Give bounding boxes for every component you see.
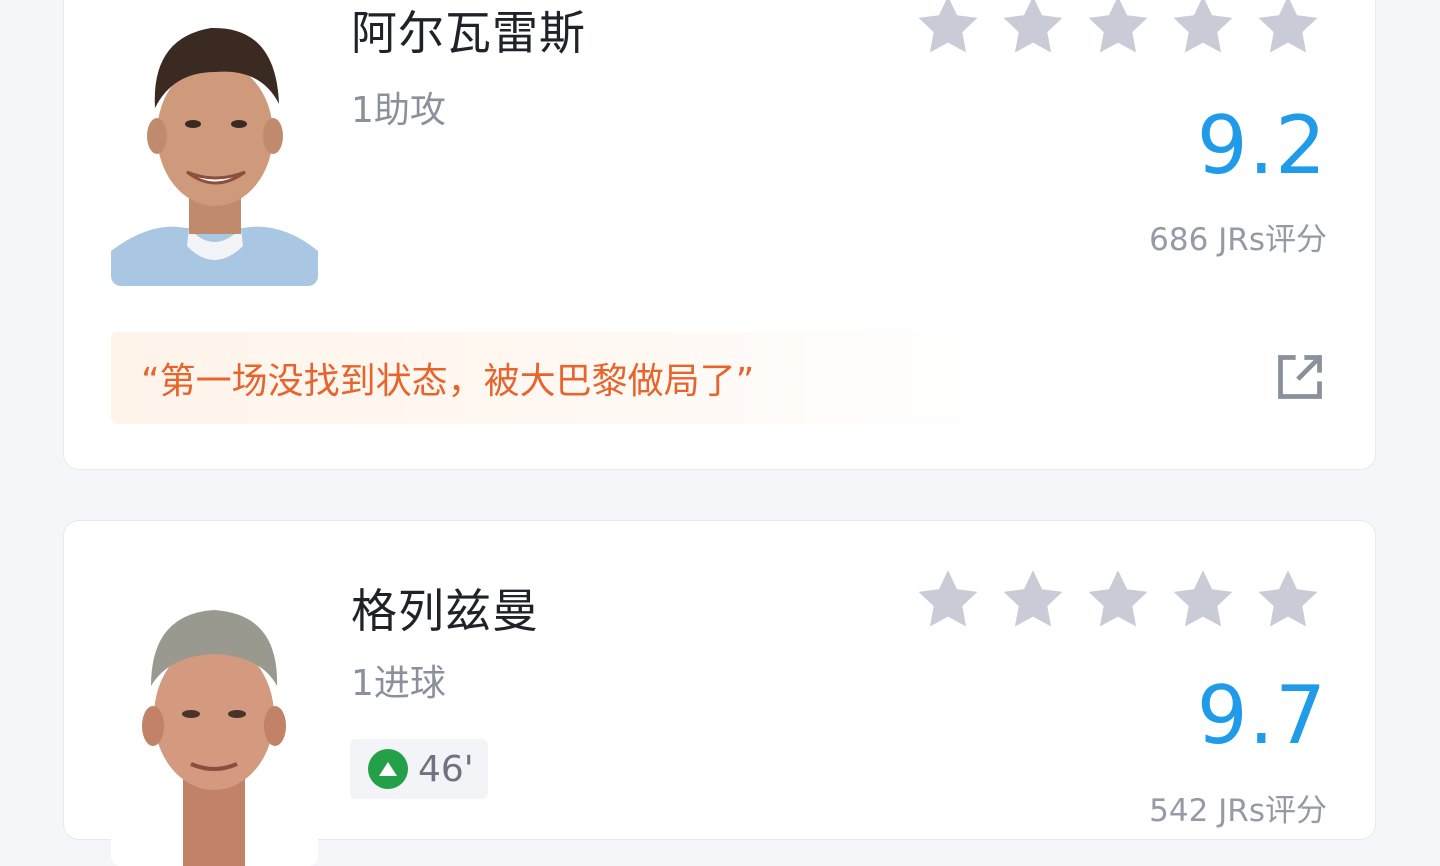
player-photo-icon	[111, 0, 318, 286]
star-icon[interactable]	[1083, 565, 1153, 635]
star-icon[interactable]	[998, 565, 1068, 635]
player-name: 阿尔瓦雷斯	[351, 6, 586, 60]
rating-stars[interactable]	[913, 565, 1323, 635]
substitution-badge: 46'	[350, 739, 488, 799]
star-icon[interactable]	[1253, 565, 1323, 635]
hot-comment-text: “第一场没找到状态，被大巴黎做局了”	[141, 361, 755, 402]
star-icon[interactable]	[913, 0, 983, 61]
player-score: 9.2	[1196, 99, 1327, 192]
substitution-time: 46'	[418, 748, 474, 790]
hot-comment[interactable]: “第一场没找到状态，被大巴黎做局了”	[111, 332, 1011, 424]
player-card-alvarez[interactable]: 阿尔瓦雷斯 1助攻 9.2 686 JRs评分 “第一场没找到状态，被大巴黎做局…	[63, 0, 1376, 470]
player-stat: 1进球	[351, 663, 446, 704]
star-icon[interactable]	[1168, 565, 1238, 635]
player-photo-icon	[111, 576, 318, 866]
star-icon[interactable]	[1253, 0, 1323, 61]
vote-count: 542 JRs评分	[1149, 793, 1327, 829]
player-score: 9.7	[1196, 669, 1327, 762]
player-card-griezmann[interactable]: 格列兹曼 1进球 46' 9.7 542 JRs评分	[63, 520, 1376, 866]
player-name: 格列兹曼	[351, 584, 539, 638]
share-external-icon[interactable]	[1274, 351, 1326, 403]
player-avatar[interactable]	[111, 576, 318, 866]
star-icon[interactable]	[913, 565, 983, 635]
sub-in-arrow-icon	[368, 749, 408, 789]
star-icon[interactable]	[1083, 0, 1153, 61]
star-icon[interactable]	[1168, 0, 1238, 61]
player-stat: 1助攻	[351, 90, 446, 131]
player-avatar[interactable]	[111, 0, 318, 286]
rating-stars[interactable]	[913, 0, 1323, 61]
vote-count: 686 JRs评分	[1149, 222, 1327, 258]
star-icon[interactable]	[998, 0, 1068, 61]
